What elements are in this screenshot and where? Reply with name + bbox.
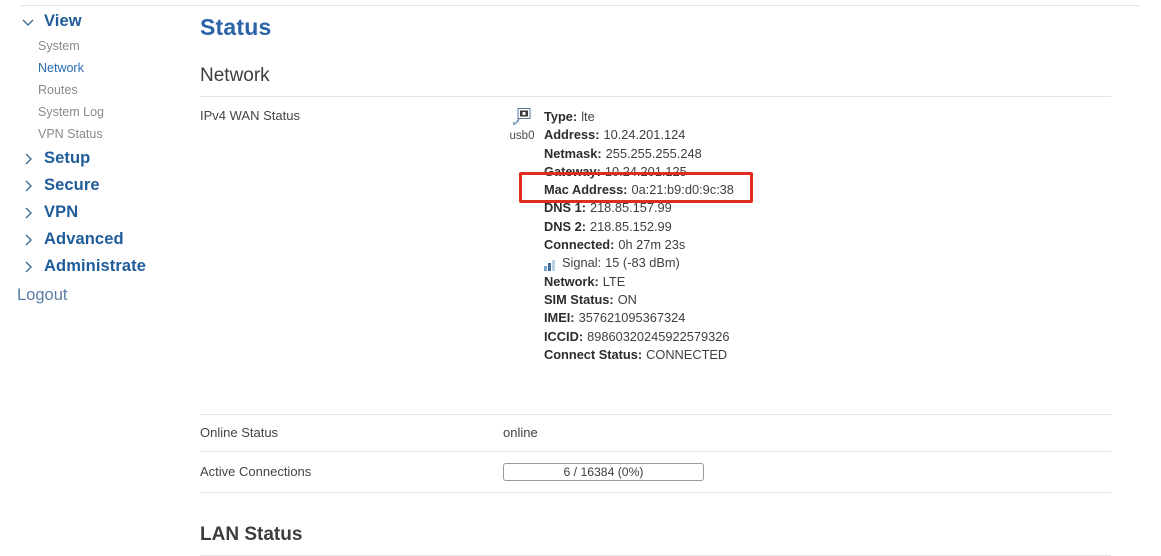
- wan-detail-mac-address: Mac Address: 0a:21:b9:d0:9c:38: [544, 181, 734, 199]
- wan-detail-value: 218.85.152.99: [589, 218, 672, 234]
- wan-detail-key: Connected:: [544, 237, 615, 253]
- sidebar-item-system[interactable]: System: [0, 35, 190, 57]
- row-value: 6 / 16384 (0%): [503, 463, 1111, 482]
- sidebar-item-network[interactable]: Network: [0, 57, 190, 79]
- online-status-value: online: [503, 425, 538, 441]
- chevron-down-icon: [20, 14, 36, 30]
- sidebar-group-advanced[interactable]: Advanced: [0, 226, 190, 253]
- wan-detail-value: ON: [617, 291, 637, 307]
- wan-detail-value: 357621095367324: [578, 310, 686, 326]
- wan-detail-value: LTE: [602, 273, 626, 289]
- row-ipv4-wan-status: IPv4 WAN Status usb0 Type: lte Address: …: [195, 97, 1111, 375]
- chevron-right-icon: [20, 259, 36, 275]
- sidebar-group-label: Setup: [44, 149, 91, 167]
- sidebar-item-vpn-status[interactable]: VPN Status: [0, 123, 190, 145]
- wan-detail-type: Type: lte: [544, 108, 734, 126]
- wan-status-block: usb0 Type: lte Address: 10.24.201.124 Ne…: [503, 108, 1111, 364]
- wan-detail-key: Network:: [544, 273, 599, 289]
- wan-detail-value: 10.24.201.125: [604, 163, 687, 179]
- row-online-status: Online Status online: [195, 415, 1111, 451]
- sidebar-group-setup[interactable]: Setup: [0, 145, 190, 172]
- main-content: Status Network IPv4 WAN Status usb0 Type…: [190, 0, 1161, 556]
- chevron-right-icon: [20, 205, 36, 221]
- sidebar-group-secure[interactable]: Secure: [0, 172, 190, 199]
- sidebar-item-routes[interactable]: Routes: [0, 79, 190, 101]
- wan-detail-value: 255.255.255.248: [605, 145, 702, 161]
- section-title-network: Network: [200, 65, 270, 86]
- wan-detail-key: Mac Address:: [544, 182, 628, 198]
- sidebar-group-vpn[interactable]: VPN: [0, 199, 190, 226]
- wan-detail-value: 0a:21:b9:d0:9c:38: [631, 182, 734, 198]
- row-active-connections: Active Connections 6 / 16384 (0%): [195, 452, 1111, 492]
- wan-detail-iccid: ICCID: 89860320245922579326: [544, 328, 734, 346]
- wan-detail-sim-status: SIM Status: ON: [544, 291, 734, 309]
- wan-detail-netmask: Netmask: 255.255.255.248: [544, 145, 734, 163]
- wan-detail-key: Type:: [544, 109, 578, 124]
- signal-bars-icon: [544, 258, 557, 271]
- row-label: Active Connections: [200, 464, 312, 480]
- row-label: IPv4 WAN Status: [200, 108, 300, 123]
- chevron-right-icon: [20, 178, 36, 194]
- sidebar: View System Network Routes System Log VP…: [0, 0, 190, 552]
- wan-detail-connect-status: Connect Status: CONNECTED: [544, 346, 734, 364]
- row-label: Online Status: [200, 425, 279, 441]
- wan-detail-imei: IMEI: 357621095367324: [544, 309, 734, 327]
- active-connections-value: 6 / 16384 (0%): [563, 465, 644, 480]
- wan-detail-key: Signal:: [562, 255, 602, 271]
- network-interface-icon: [512, 108, 532, 126]
- wan-detail-value: 10.24.201.124: [603, 127, 686, 143]
- wan-detail-key: Gateway:: [544, 163, 601, 179]
- wan-interface-name: usb0: [509, 130, 535, 142]
- wan-detail-key: Connect Status:: [544, 346, 643, 362]
- sidebar-group-label: VPN: [44, 203, 79, 221]
- wan-detail-key: Netmask:: [544, 145, 602, 161]
- row-value: usb0 Type: lte Address: 10.24.201.124 Ne…: [503, 108, 1111, 364]
- section-divider: [200, 492, 1111, 494]
- wan-detail-dns2: DNS 2: 218.85.152.99: [544, 218, 734, 236]
- logout-link[interactable]: Logout: [0, 286, 190, 305]
- wan-detail-value: 218.85.157.99: [589, 200, 672, 216]
- wan-detail-key: DNS 2:: [544, 218, 586, 234]
- wan-detail-list: Type: lte Address: 10.24.201.124 Netmask…: [541, 108, 734, 364]
- sidebar-group-label: Advanced: [44, 230, 124, 248]
- wan-detail-network: Network: LTE: [544, 273, 734, 291]
- wan-interface: usb0: [503, 108, 541, 142]
- wan-detail-key: IMEI:: [544, 310, 575, 326]
- sidebar-group-label: View: [44, 12, 82, 30]
- wan-detail-signal: Signal: 15 (-83 dBm): [544, 254, 734, 272]
- wan-detail-gateway: Gateway: 10.24.201.125: [544, 163, 734, 181]
- sidebar-group-view[interactable]: View: [0, 8, 190, 35]
- wan-detail-value: lte: [581, 109, 595, 124]
- chevron-right-icon: [20, 151, 36, 167]
- sidebar-group-label: Administrate: [44, 257, 147, 275]
- wan-detail-dns1: DNS 1: 218.85.157.99: [544, 199, 734, 217]
- active-connections-meter: 6 / 16384 (0%): [503, 463, 704, 482]
- wan-detail-address: Address: 10.24.201.124: [544, 126, 734, 144]
- wan-detail-value: 89860320245922579326: [587, 328, 730, 344]
- wan-detail-key: Address:: [544, 127, 600, 143]
- wan-detail-value: 15 (-83 dBm): [605, 255, 680, 271]
- wan-detail-value: 0h 27m 23s: [618, 237, 686, 253]
- wan-detail-key: ICCID:: [544, 328, 584, 344]
- sidebar-item-system-log[interactable]: System Log: [0, 101, 190, 123]
- wan-detail-key: DNS 1:: [544, 200, 586, 216]
- wan-detail-value: CONNECTED: [646, 346, 728, 362]
- sidebar-group-label: Secure: [44, 176, 100, 194]
- page-title: Status: [200, 14, 272, 40]
- sidebar-group-administrate[interactable]: Administrate: [0, 253, 190, 280]
- chevron-right-icon: [20, 232, 36, 248]
- wan-detail-connected: Connected: 0h 27m 23s: [544, 236, 734, 254]
- wan-detail-key: SIM Status:: [544, 291, 614, 307]
- section-title-lan-status: LAN Status: [200, 524, 303, 546]
